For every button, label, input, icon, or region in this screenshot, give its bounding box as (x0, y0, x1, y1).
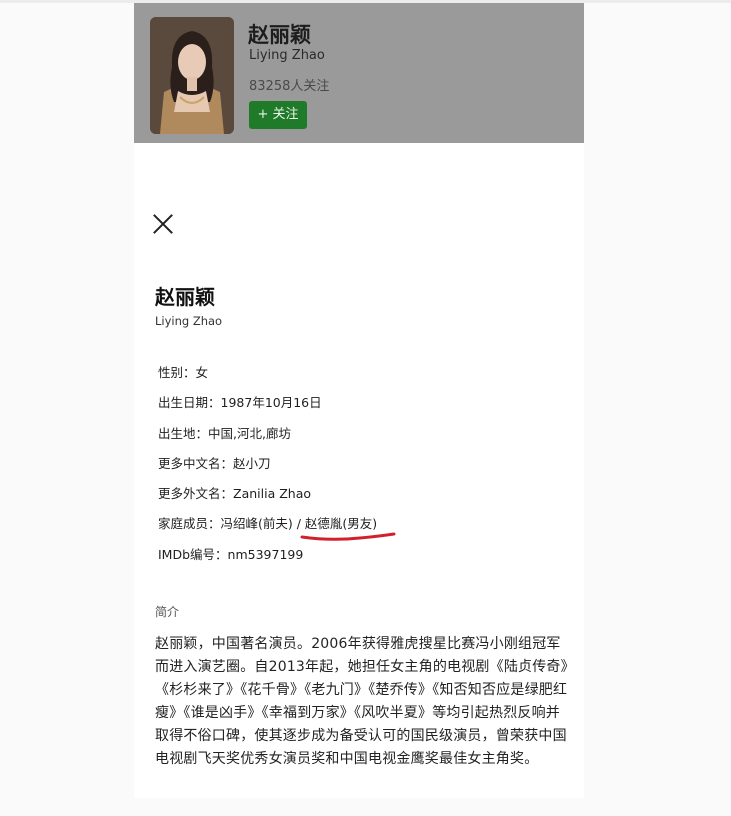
close-icon[interactable] (152, 213, 174, 235)
info-label: 更多中文名： (158, 456, 234, 471)
info-row-birthdate: 出生日期：1987年10月16日 (158, 392, 322, 411)
info-value: 1987年10月16日 (220, 395, 322, 410)
info-row-other-chinese-names: 更多中文名：赵小刀 (158, 453, 271, 472)
info-row-gender: 性别：女 (158, 362, 208, 381)
profile-panel: 赵丽颖 Liying Zhao 83258人关注 + 关注 赵丽颖 Liying… (134, 3, 584, 798)
info-label: 更多外文名： (158, 486, 234, 501)
info-value: 赵小刀 (233, 456, 271, 471)
info-label: IMDb编号： (158, 547, 228, 562)
profile-title: 赵丽颖 (155, 285, 215, 309)
info-value: 女 (195, 365, 209, 380)
info-row-other-foreign-names: 更多外文名：Zanilia Zhao (158, 483, 311, 502)
info-row-birthplace: 出生地：中国,河北,廊坊 (158, 423, 291, 442)
info-row-imdb-id: IMDb编号：nm5397199 (158, 544, 303, 563)
red-underline-annotation (300, 532, 396, 541)
avatar[interactable] (150, 17, 234, 134)
family-members-link[interactable]: 冯绍峰(前夫) / 赵德胤(男友) (221, 516, 378, 531)
info-value: 中国,河北,廊坊 (208, 426, 291, 441)
info-value: nm5397199 (227, 547, 304, 562)
follower-count: 83258人关注 (249, 79, 330, 94)
intro-section-label: 简介 (155, 605, 180, 619)
info-row-family-members: 家庭成员：冯绍峰(前夫) / 赵德胤(男友) (158, 513, 377, 532)
info-label: 出生日期： (158, 395, 221, 410)
intro-text: 赵丽颖，中国著名演员。2006年获得雅虎搜星比赛冯小刚组冠军而进入演艺圈。自20… (155, 636, 568, 767)
header-name: 赵丽颖 (248, 23, 311, 47)
header-english-name: Liying Zhao (249, 48, 325, 63)
info-label: 家庭成员： (158, 516, 221, 531)
follow-button[interactable]: + 关注 (249, 101, 307, 129)
info-label: 出生地： (158, 426, 209, 441)
info-label: 性别： (158, 365, 196, 380)
info-value: Zanilia Zhao (233, 486, 312, 501)
avatar-portrait-image (150, 17, 234, 134)
profile-header: 赵丽颖 Liying Zhao 83258人关注 + 关注 (134, 3, 584, 143)
profile-subtitle: Liying Zhao (155, 314, 223, 328)
